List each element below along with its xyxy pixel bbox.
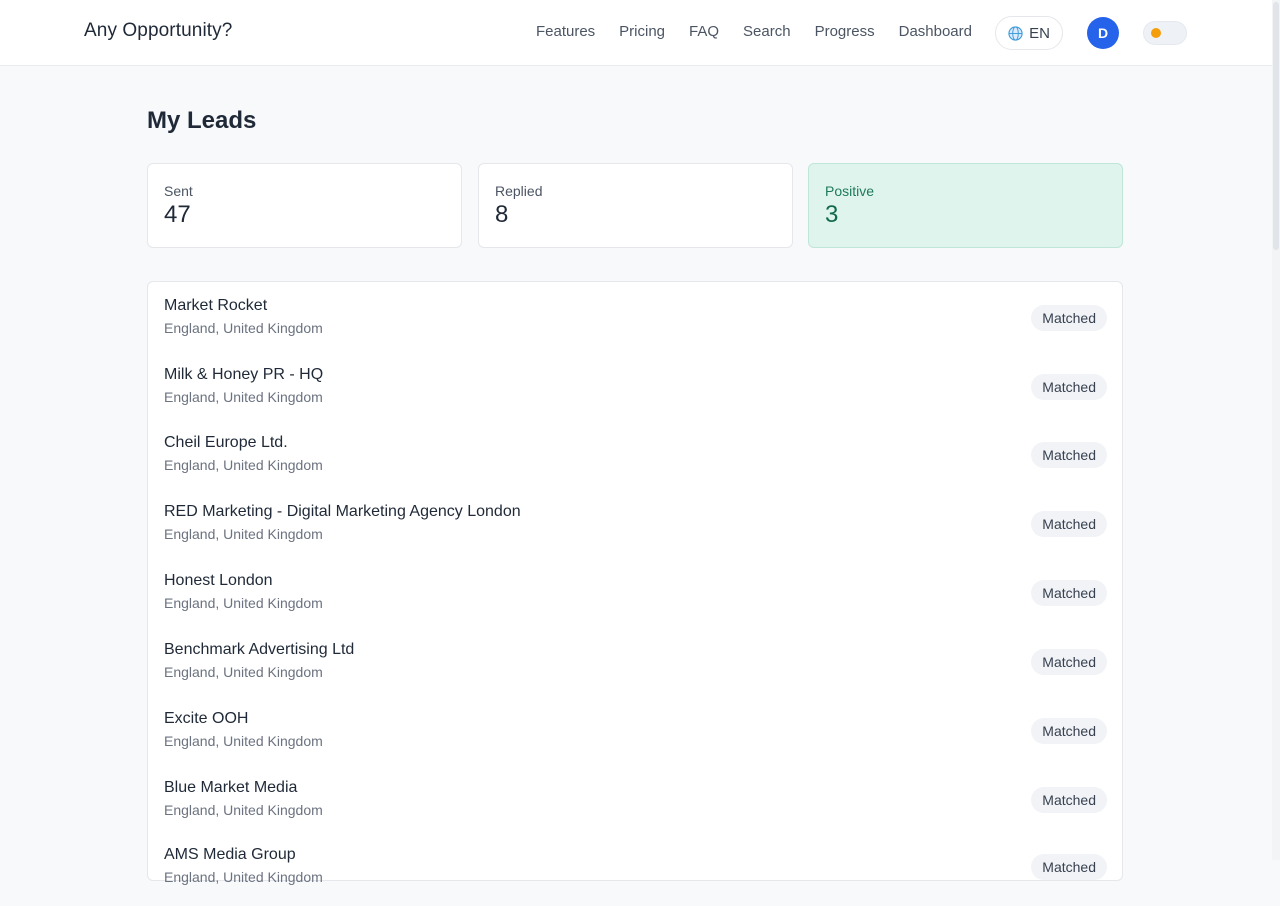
stat-value: 47 <box>164 201 191 228</box>
lead-location: England, United Kingdom <box>164 457 323 473</box>
lead-location: England, United Kingdom <box>164 664 323 680</box>
globe-icon <box>1008 25 1023 41</box>
lead-item[interactable]: Benchmark Advertising Ltd England, Unite… <box>164 641 1107 701</box>
leads-list: Market Rocket England, United Kingdom Ma… <box>147 281 1123 885</box>
lead-location: England, United Kingdom <box>164 595 323 611</box>
stat-label: Sent <box>164 183 193 199</box>
lead-location: England, United Kingdom <box>164 389 323 405</box>
lead-location: England, United Kingdom <box>164 733 323 749</box>
theme-toggle[interactable] <box>1143 21 1187 45</box>
lead-item[interactable]: Blue Market Media England, United Kingdo… <box>164 779 1107 839</box>
status-badge: Matched <box>1031 580 1107 606</box>
sun-icon <box>1151 28 1161 38</box>
nav-faq[interactable]: FAQ <box>689 23 719 40</box>
stat-value: 8 <box>495 201 509 228</box>
status-badge: Matched <box>1031 442 1107 468</box>
stat-value: 3 <box>825 201 839 228</box>
lead-location: England, United Kingdom <box>164 320 323 336</box>
lead-item[interactable]: Market Rocket England, United Kingdom Ma… <box>164 297 1107 357</box>
status-badge: Matched <box>1031 305 1107 331</box>
status-badge: Matched <box>1031 649 1107 675</box>
stat-label: Replied <box>495 183 543 199</box>
lead-item[interactable]: AMS Media Group England, United Kingdom … <box>164 846 1107 906</box>
lead-item[interactable]: Honest London England, United Kingdom Ma… <box>164 572 1107 632</box>
brand-logo-text[interactable]: Any Opportunity? <box>84 20 232 42</box>
status-badge: Matched <box>1031 718 1107 744</box>
lead-name: Market Rocket <box>164 297 268 314</box>
lead-name: Blue Market Media <box>164 779 298 796</box>
lead-location: England, United Kingdom <box>164 526 323 542</box>
lead-name: AMS Media Group <box>164 846 296 863</box>
scrollbar-thumb[interactable] <box>1273 2 1279 250</box>
page-title: My Leads <box>147 107 257 134</box>
lead-location: England, United Kingdom <box>164 802 323 818</box>
lead-name: RED Marketing - Digital Marketing Agency… <box>164 503 521 520</box>
lead-name: Honest London <box>164 572 273 589</box>
language-code: EN <box>1029 24 1050 42</box>
lead-name: Benchmark Advertising Ltd <box>164 641 355 658</box>
status-badge: Matched <box>1031 787 1107 813</box>
stat-card-positive[interactable]: Positive 3 <box>808 163 1123 248</box>
lead-name: Milk & Honey PR - HQ <box>164 366 324 383</box>
lead-item[interactable]: Milk & Honey PR - HQ England, United Kin… <box>164 366 1107 426</box>
top-navigation-bar: Any Opportunity? Features Pricing FAQ Se… <box>0 0 1272 66</box>
main-nav: Features Pricing FAQ Search Progress Das… <box>536 23 972 40</box>
nav-search[interactable]: Search <box>743 23 791 40</box>
page-scrollbar[interactable] <box>1272 0 1280 860</box>
lead-location: England, United Kingdom <box>164 869 323 885</box>
lead-name: Excite OOH <box>164 710 249 727</box>
stat-label: Positive <box>825 183 875 199</box>
lead-name: Cheil Europe Ltd. <box>164 434 288 451</box>
nav-dashboard[interactable]: Dashboard <box>899 23 972 40</box>
status-badge: Matched <box>1031 854 1107 880</box>
status-badge: Matched <box>1031 511 1107 537</box>
language-selector[interactable]: EN <box>995 16 1063 50</box>
lead-item[interactable]: Excite OOH England, United Kingdom Match… <box>164 710 1107 770</box>
stat-card-replied: Replied 8 <box>478 163 793 248</box>
nav-pricing[interactable]: Pricing <box>619 23 665 40</box>
lead-item[interactable]: Cheil Europe Ltd. England, United Kingdo… <box>164 434 1107 494</box>
lead-item[interactable]: RED Marketing - Digital Marketing Agency… <box>164 503 1107 563</box>
nav-progress[interactable]: Progress <box>815 23 875 40</box>
status-badge: Matched <box>1031 374 1107 400</box>
nav-features[interactable]: Features <box>536 23 595 40</box>
user-avatar[interactable]: D <box>1087 17 1119 49</box>
stat-card-sent: Sent 47 <box>147 163 462 248</box>
